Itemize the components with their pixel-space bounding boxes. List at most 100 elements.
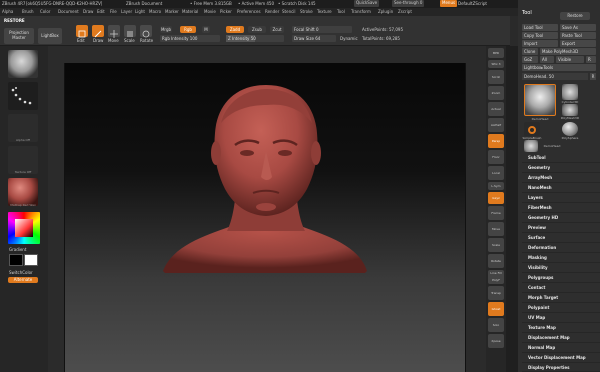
color-picker[interactable]	[8, 212, 40, 244]
switch-color-button[interactable]: SwitchColor	[9, 270, 33, 275]
script-label[interactable]: DefaultZScript	[458, 1, 487, 6]
polysphere-thumbnail[interactable]	[562, 122, 578, 136]
menu-layer[interactable]: Layer	[121, 9, 132, 14]
menu-zplugin[interactable]: Zplugin	[378, 9, 393, 14]
gradient-label[interactable]: Gradient	[9, 247, 26, 252]
make-polymesh-button[interactable]: Make PolyMesh3D	[540, 48, 596, 55]
subpalette-geometry[interactable]: Geometry	[522, 163, 600, 173]
rotate-mode-button[interactable]	[140, 25, 152, 38]
subpalette-normal-map[interactable]: Normal Map	[522, 343, 600, 353]
mrgb-button[interactable]: Mrgb	[160, 26, 172, 33]
subpalette-vector-displacement-map[interactable]: Vector Displacement Map	[522, 353, 600, 363]
spix-button[interactable]: SPix 3	[488, 60, 504, 68]
persp-button[interactable]: Persp	[488, 134, 504, 148]
scroll-button[interactable]: Scroll	[488, 70, 504, 84]
paste-tool-button[interactable]: Paste Tool	[560, 32, 596, 39]
visible-button[interactable]: Visible	[556, 56, 584, 63]
rgb-intensity-slider[interactable]: Rgb Intensity 100	[160, 35, 220, 42]
subpalette-subtool[interactable]: SubTool	[522, 153, 600, 163]
floor-button[interactable]: Floor	[488, 150, 504, 164]
ghost-button[interactable]: Ghost	[488, 302, 504, 316]
draw-size-slider[interactable]: Draw Size 64	[292, 35, 336, 42]
subpalette-polygroups[interactable]: Polygroups	[522, 273, 600, 283]
z-intensity-slider[interactable]: Z Intensity 50	[226, 35, 284, 42]
menu-marker[interactable]: Marker	[165, 9, 179, 14]
goz-button[interactable]: GoZ	[522, 56, 538, 63]
menu-picker[interactable]: Picker	[220, 9, 232, 14]
restore-button[interactable]: Restore	[560, 12, 590, 20]
bpr-button[interactable]: BPR	[488, 48, 504, 58]
copy-tool-button[interactable]: Copy Tool	[522, 32, 558, 39]
main-color-swatch[interactable]	[9, 254, 23, 266]
gxyz-button[interactable]: Gxyz	[488, 192, 504, 204]
load-tool-button[interactable]: Load Tool	[522, 24, 558, 31]
zoom-button[interactable]: Zoom	[488, 86, 504, 100]
xpose-button[interactable]: Xpose	[488, 334, 504, 348]
material-thumbnail[interactable]	[8, 178, 38, 206]
subpalette-preview[interactable]: Preview	[522, 223, 600, 233]
move-button[interactable]: Move	[488, 222, 504, 236]
rgb-button[interactable]: Rgb	[180, 26, 196, 33]
menu-edit[interactable]: Edit	[97, 9, 105, 14]
zcut-button[interactable]: Zcut	[270, 26, 284, 33]
draw-mode-button[interactable]	[92, 25, 104, 38]
aahalf-button[interactable]: AAHalf	[488, 118, 504, 132]
all-button[interactable]: All	[540, 56, 554, 63]
simplebrush-thumbnail[interactable]	[524, 122, 540, 136]
import-button[interactable]: Import	[522, 40, 558, 47]
menu-light[interactable]: Light	[135, 9, 145, 14]
demohead-thumbnail[interactable]	[524, 84, 556, 116]
current-tool-slider[interactable]: DemoHead. 50	[522, 73, 588, 80]
subpalette-fibermesh[interactable]: FiberMesh	[522, 203, 600, 213]
menus-button[interactable]: Menus	[440, 0, 458, 7]
cylinder3d-thumbnail[interactable]	[562, 84, 578, 100]
subpalette-deformation[interactable]: Deformation	[522, 243, 600, 253]
subpalette-display-properties[interactable]: Display Properties	[522, 363, 600, 372]
document-canvas[interactable]	[64, 63, 466, 372]
lsym-button[interactable]: L.Sym	[488, 182, 504, 190]
quicksave-button[interactable]: QuickSave	[354, 0, 380, 7]
r-small-button[interactable]: R	[590, 73, 596, 80]
transp-button[interactable]: Transp	[488, 286, 504, 300]
frame-button[interactable]: Frame	[488, 206, 504, 220]
menu-texture[interactable]: Texture	[317, 9, 332, 14]
menu-zscript[interactable]: Zscript	[398, 9, 412, 14]
menu-brush[interactable]: Brush	[22, 9, 34, 14]
menu-document[interactable]: Document	[58, 9, 79, 14]
color-square[interactable]	[15, 219, 33, 237]
clone-button[interactable]: Clone	[522, 48, 538, 55]
menu-stencil[interactable]: Stencil	[282, 9, 296, 14]
focal-shift-slider[interactable]: Focal Shift 0	[292, 26, 352, 33]
subpalette-nanomesh[interactable]: NanoMesh	[522, 183, 600, 193]
save-as-button[interactable]: Save As	[560, 24, 596, 31]
subpalette-surface[interactable]: Surface	[522, 233, 600, 243]
local-button[interactable]: Local	[488, 166, 504, 180]
move-mode-button[interactable]	[108, 25, 120, 38]
lightbox-button[interactable]: LightBox	[38, 28, 62, 44]
solo-button[interactable]: Solo	[488, 318, 504, 332]
menu-macro[interactable]: Macro	[149, 9, 161, 14]
subpalette-visibility[interactable]: Visibility	[522, 263, 600, 273]
menu-alpha[interactable]: Alpha	[2, 9, 13, 14]
tool-palette-title[interactable]: Tool	[522, 10, 532, 16]
subpalette-masking[interactable]: Masking	[522, 253, 600, 263]
m-button[interactable]: M	[202, 26, 210, 33]
dynamic-toggle[interactable]: Dynamic	[340, 36, 358, 41]
scale-button[interactable]: Scale	[488, 238, 504, 252]
subpalette-layers[interactable]: Layers	[522, 193, 600, 203]
scale-mode-button[interactable]	[124, 25, 136, 37]
menu-file[interactable]: File	[110, 9, 117, 14]
subpalette-polypaint[interactable]: Polypaint	[522, 303, 600, 313]
stroke-thumbnail[interactable]	[8, 82, 38, 110]
subpalette-arraymesh[interactable]: ArrayMesh	[522, 173, 600, 183]
menu-movie[interactable]: Movie	[204, 9, 216, 14]
menu-color[interactable]: Color	[40, 9, 50, 14]
polymesh3d-thumbnail[interactable]	[562, 104, 578, 116]
zadd-button[interactable]: Zadd	[226, 26, 244, 33]
menu-stroke[interactable]: Stroke	[300, 9, 313, 14]
export-button[interactable]: Export	[560, 40, 596, 47]
subpalette-contact[interactable]: Contact	[522, 283, 600, 293]
menu-draw[interactable]: Draw	[83, 9, 93, 14]
subpalette-geometry-hd[interactable]: Geometry HD	[522, 213, 600, 223]
subpalette-uv-map[interactable]: UV Map	[522, 313, 600, 323]
